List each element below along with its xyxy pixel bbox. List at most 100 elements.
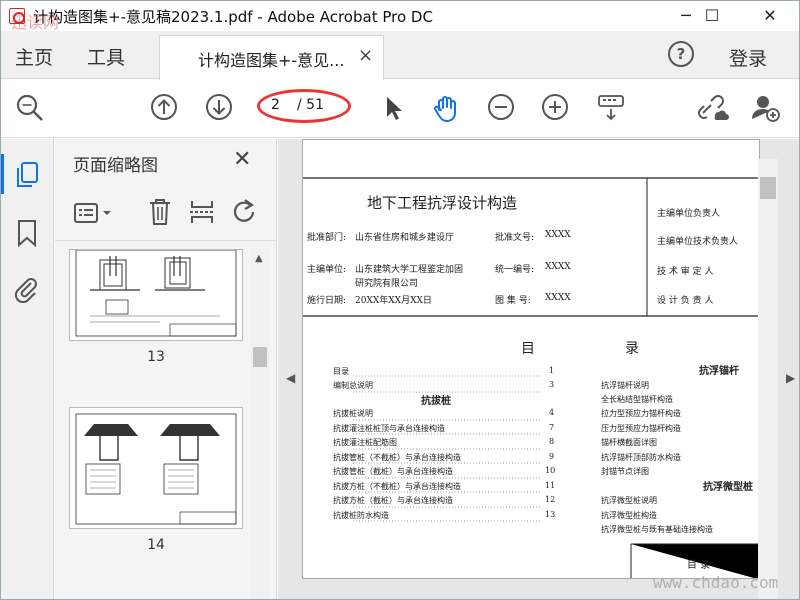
thumbnail-label: 14 [147,537,165,553]
toc-page: 3 [549,380,555,389]
document-scroll-thumb[interactable] [760,177,776,199]
keyboard-scroll-icon[interactable] [597,93,627,123]
zoom-in-icon[interactable] [541,93,571,123]
main-toolbar: 2 / 51 [1,80,799,138]
toc-entry[interactable]: 拉力型预应力锚杆构造 [601,408,681,419]
toc-entry[interactable]: 抗浮锚杆顶部防水构造 [601,452,681,463]
pdf-page: 地下工程抗浮设计构造 批准部门: 山东省住房和城乡建设厅 批准文号: XXXX … [302,139,760,579]
toc-page: 9 [549,452,555,461]
approval-no-label: 批准文号: [495,233,535,243]
toc-entry[interactable]: 抗浮锚杆说明 [601,380,649,391]
document-view: ◀ ▶ 地下工程抗浮设计构造 批准部门: 山东省住房和城乡建设厅 批准文号: X… [278,139,799,599]
hand-tool-icon[interactable] [431,93,461,123]
unified-no-label: 统一编号: [495,265,535,275]
toc-entry[interactable]: 抗拔方桩（不截桩）与承台连接构造 [333,481,461,492]
thumbnail-page-13[interactable] [69,249,243,341]
toc-heading-left: 目 [521,341,535,357]
tab-home[interactable]: 主页 [15,43,53,70]
toc-entry[interactable]: 压力型预应力锚杆构造 [601,423,681,434]
panel-toolbar [55,185,277,241]
toc-page: 1 [549,366,555,375]
share-link-icon[interactable] [697,93,729,123]
help-button[interactable]: ? [668,41,694,67]
editor-unit-line2: 研究院有限公司 [355,279,419,289]
thumbnail-options-icon[interactable] [73,201,115,229]
document-scrollbar[interactable] [758,159,778,599]
toc-entry[interactable]: 抗拔管桩（截桩）与承台连接构造 [333,466,453,477]
next-page-button[interactable] [205,93,235,123]
section-pile: 抗拔桩 [421,396,451,407]
tab-document[interactable]: 计构造图集+-意见... × [159,35,384,80]
section-anchor: 抗浮锚杆 [699,366,739,377]
watermark-bottom-right: www.chdao.com [653,573,779,592]
toc-page: 11 [545,481,556,490]
attachment-icon[interactable] [13,275,39,307]
active-rail-indicator [1,154,4,194]
section-micropile: 抗浮微型桩 [703,482,753,493]
thumbnail-label: 13 [147,349,165,365]
thumbnail-page-14[interactable] [69,407,243,529]
right-column-item: 主编单位技术负责人 [657,237,739,247]
toc-entry[interactable]: 抗拔灌注桩桩顶与承台连接构造 [333,423,445,434]
document-tab-label: 计构造图集+-意见... [198,51,345,70]
approval-dept-label: 批准部门: [307,233,347,243]
toc-entry[interactable]: 抗拔管桩（不截桩）与承台连接构造 [333,452,461,463]
search-icon[interactable] [15,93,45,123]
document-tab-close-button[interactable]: × [358,45,373,66]
toc-page: 13 [545,510,556,519]
toc-entry[interactable]: 抗浮微型桩说明 [601,495,657,506]
editor-unit-line1: 山东建筑大学工程鉴定加固 [355,265,464,275]
thumbnails-scrollbar[interactable]: ▲ [251,249,269,599]
atlas-no: XXXX [545,293,571,303]
zoom-out-icon[interactable] [487,93,517,123]
close-window-button[interactable]: ✕ [747,1,793,31]
toc-page: 7 [549,423,555,432]
approval-no: XXXX [545,230,571,240]
right-column-item: 设 计 负 责 人 [657,296,714,306]
current-page-input[interactable]: 2 [271,97,280,113]
page-thumbnails-icon[interactable] [15,161,41,193]
toc-entry[interactable]: 封锚节点详图 [601,466,649,477]
toc-entry[interactable]: 抗拔桩说明 [333,408,373,419]
toc-page: 12 [545,495,556,504]
panel-close-button[interactable]: ✕ [233,147,251,172]
extract-page-icon[interactable] [189,197,215,231]
toc-entry[interactable]: 锚杆横截面详图 [601,437,657,448]
delete-page-icon[interactable] [147,197,173,231]
tab-tools[interactable]: 工具 [87,43,125,70]
toc-entry[interactable]: 抗浮微型桩构造 [601,510,657,521]
toc-entry[interactable]: 抗拔桩防水构造 [333,510,389,521]
toc-entry[interactable]: 目录 [333,366,349,377]
right-column-item: 主编单位负责人 [657,209,721,219]
toc-entry[interactable]: 全长粘结型锚杆构造 [601,394,673,405]
add-user-icon[interactable] [751,93,781,123]
select-tool-icon[interactable] [379,93,409,123]
page-navigator: 2 / 51 [257,89,351,123]
left-navigation-rail [1,139,54,599]
bookmark-icon[interactable] [15,219,39,251]
doc-title: 地下工程抗浮设计构造 [367,194,518,212]
toc-page: 10 [545,466,556,475]
thumbnails-scroll-thumb[interactable] [253,347,267,367]
toc-entry[interactable]: 抗拔方桩（截桩）与承台连接构造 [333,495,453,506]
tab-bar: 主页 工具 计构造图集+-意见... × ? 登录 [1,31,799,80]
window-title: 计构造图集+-意见稿2023.1.pdf - Adobe Acrobat Pro… [33,8,433,26]
collapse-left-arrow-icon[interactable]: ◀ [286,371,295,385]
maximize-button[interactable]: ☐ [689,1,735,31]
toc-entry[interactable]: 编制总说明 [333,380,373,391]
toc-page: 4 [549,408,555,417]
toc-page: 8 [549,437,555,446]
total-pages: / 51 [297,97,324,113]
login-button[interactable]: 登录 [729,44,767,71]
previous-page-button[interactable] [150,93,180,123]
atlas-no-label: 图 集 号: [495,296,531,306]
title-bar: 计构造图集+-意见稿2023.1.pdf - Adobe Acrobat Pro… [1,1,799,32]
collapse-right-arrow-icon[interactable]: ▶ [786,371,795,385]
editor-unit-label: 主编单位: [307,265,347,275]
rotate-page-icon[interactable] [231,197,259,231]
toc-entry[interactable]: 抗拔灌注桩配筋图 [333,437,397,448]
effective-date: 20XX年XX月XX日 [355,296,432,306]
toc-entry[interactable]: 抗浮微型桩与既有基础连接构造 [601,524,713,535]
scroll-up-arrow-icon[interactable]: ▲ [255,253,263,264]
toc-heading-right: 录 [625,341,639,357]
